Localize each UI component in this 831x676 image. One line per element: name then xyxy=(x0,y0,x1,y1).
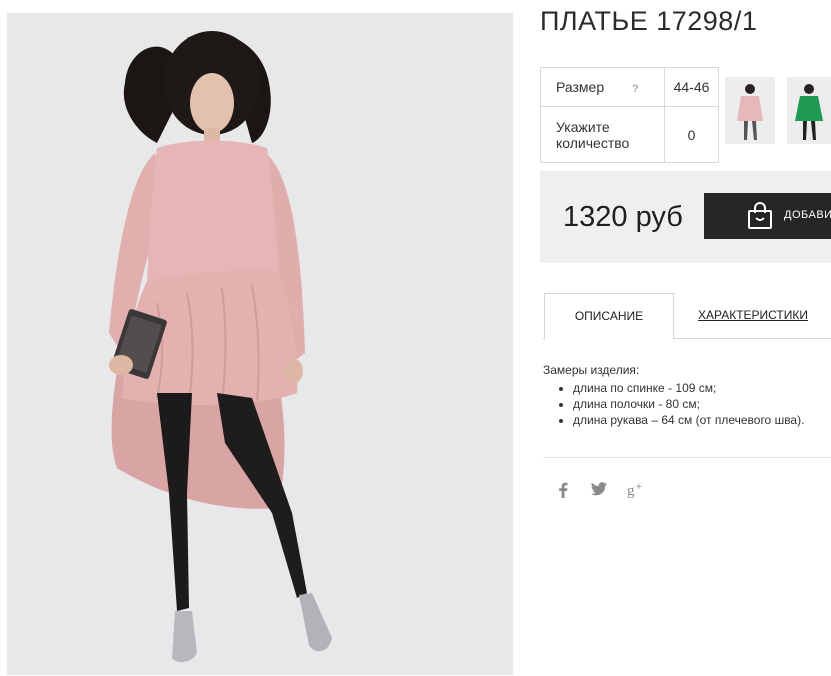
list-item: длина рукава – 64 см (от плечевого шва). xyxy=(573,412,804,428)
list-item: длина по спинке - 109 см; xyxy=(573,380,804,396)
size-row: Размер ? 44-46 xyxy=(540,67,719,107)
product-photo[interactable] xyxy=(7,13,513,675)
product-options-table: Размер ? 44-46 Укажите количество 0 xyxy=(540,67,719,163)
quantity-row: Укажите количество 0 xyxy=(540,106,719,163)
size-label-cell: Размер ? xyxy=(540,67,665,107)
description-heading: Замеры изделия: xyxy=(543,363,640,377)
google-plus-icon[interactable]: g + xyxy=(627,482,647,503)
add-to-cart-label: ДОБАВИТЬ xyxy=(784,209,831,221)
pink-dress-thumbnail-image xyxy=(725,77,775,144)
svg-text:+: + xyxy=(636,482,642,493)
measurements-list: длина по спинке - 109 см; длина полочки … xyxy=(543,380,804,428)
quantity-label-line1: Укажите xyxy=(556,118,610,135)
size-label: Размер xyxy=(556,79,605,95)
price: 1320 руб xyxy=(563,201,683,233)
divider xyxy=(543,457,831,458)
quantity-input[interactable]: 0 xyxy=(664,106,719,163)
tab-description[interactable]: ОПИСАНИЕ xyxy=(544,293,674,340)
price-bar: 1320 руб ДОБАВИТЬ xyxy=(540,171,831,263)
tab-characteristics[interactable]: ХАРАКТЕРИСТИКИ xyxy=(695,293,811,337)
facebook-icon[interactable] xyxy=(558,482,568,503)
model-illustration xyxy=(7,13,513,675)
product-page: ПЛАТЬЕ 17298/1 Размер ? 44-46 Укажите ко… xyxy=(0,0,831,676)
green-dress-thumbnail-image xyxy=(787,77,831,144)
size-help-icon[interactable]: ? xyxy=(632,83,639,95)
quantity-label-line2: количество xyxy=(556,134,630,151)
description-panel: Замеры изделия: длина по спинке - 109 см… xyxy=(543,362,804,428)
pink-dress-thumbnail[interactable] xyxy=(725,77,775,144)
shopping-bag-icon xyxy=(747,202,773,235)
twitter-icon[interactable] xyxy=(591,482,607,501)
green-dress-thumbnail[interactable] xyxy=(787,77,831,144)
quantity-label: Укажите количество xyxy=(540,106,665,163)
svg-text:g: g xyxy=(627,483,635,498)
size-value[interactable]: 44-46 xyxy=(664,67,719,107)
product-tabs: ОПИСАНИЕ ХАРАКТЕРИСТИКИ xyxy=(543,293,831,340)
product-title: ПЛАТЬЕ 17298/1 xyxy=(540,6,758,36)
list-item: длина полочки - 80 см; xyxy=(573,396,804,412)
add-to-cart-button[interactable]: ДОБАВИТЬ xyxy=(704,193,831,239)
